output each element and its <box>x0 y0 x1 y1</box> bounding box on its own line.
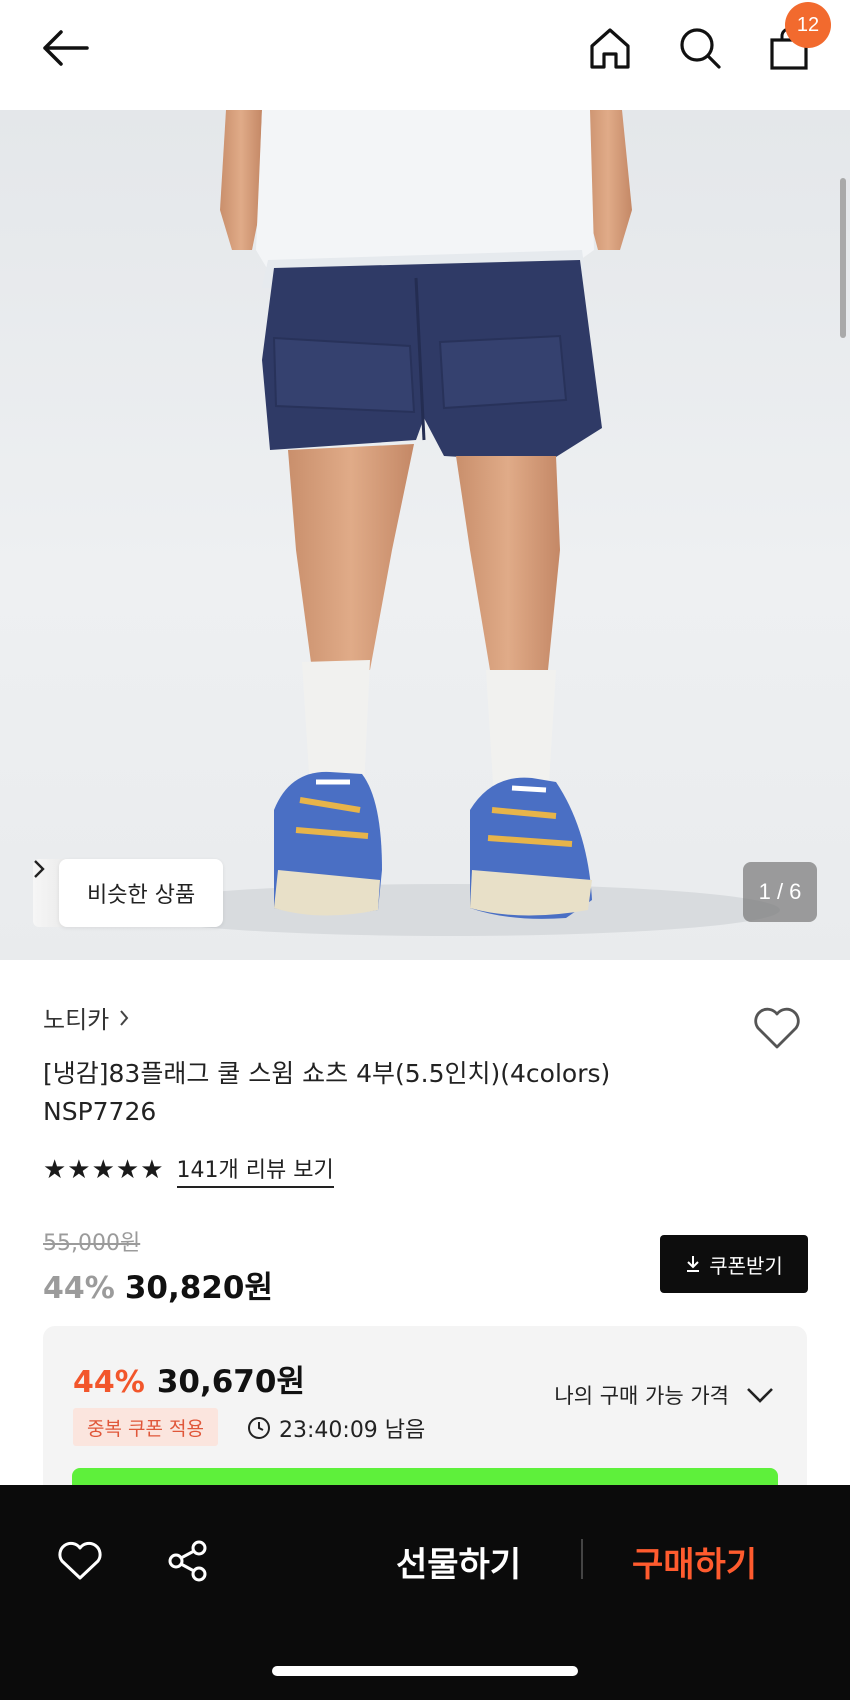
my-price-row: 44% 30,670원 <box>73 1356 305 1401</box>
my-price-toggle[interactable]: 나의 구매 가능 가격 <box>554 1380 775 1410</box>
heart-icon <box>754 1007 800 1049</box>
arrow-left-icon <box>43 30 89 66</box>
review-link[interactable]: 141개 리뷰 보기 <box>176 1152 334 1188</box>
button-divider <box>581 1539 583 1579</box>
countdown-timer: 23:40:09 남음 <box>247 1412 425 1444</box>
search-button[interactable] <box>674 22 726 74</box>
bottom-action-bar: 선물하기 구매하기 <box>0 1485 850 1700</box>
similar-products-label: 비슷한 상품 <box>87 883 196 908</box>
buy-button[interactable]: 구매하기 <box>632 1537 757 1586</box>
share-button[interactable] <box>162 1535 214 1587</box>
home-indicator <box>272 1666 578 1676</box>
coupon-button-label: 쿠폰받기 <box>709 1253 783 1278</box>
brand-name: 노티카 <box>43 1006 110 1034</box>
rating-row: ★★★★★ 141개 리뷰 보기 <box>43 1152 334 1188</box>
sale-price: 30,820원 <box>124 1270 273 1306</box>
cart-count-badge: 12 <box>785 2 831 48</box>
image-page-indicator: 1 / 6 <box>743 862 817 922</box>
similar-products-chip[interactable]: 비슷한 상품 <box>33 859 224 927</box>
similar-products-button[interactable]: 비슷한 상품 <box>34 859 224 927</box>
brand-link[interactable]: 노티카 <box>43 1000 813 1035</box>
product-image-carousel[interactable]: 비슷한 상품 1 / 6 <box>0 110 850 960</box>
product-title: [냉감]83플래그 쿨 스윔 쇼츠 4부(5.5인치)(4colors) NSP… <box>43 1055 763 1131</box>
product-title-line1: [냉감]83플래그 쿨 스윔 쇼츠 4부(5.5인치)(4colors) <box>43 1059 611 1088</box>
countdown-text: 23:40:09 남음 <box>279 1418 426 1443</box>
my-price: 30,670원 <box>156 1364 305 1400</box>
brand-row[interactable]: 노티카 <box>43 1000 813 1035</box>
chevron-right-icon <box>34 860 45 878</box>
back-button[interactable] <box>40 22 92 74</box>
top-nav-bar: 12 <box>0 0 850 110</box>
cart-button[interactable]: 12 <box>763 2 831 74</box>
product-code: NSP7726 <box>43 1097 157 1126</box>
coupon-download-button[interactable]: 쿠폰받기 <box>660 1235 808 1293</box>
wishlist-button[interactable] <box>752 1005 802 1053</box>
chevron-right-icon <box>120 1009 129 1026</box>
search-icon <box>680 28 721 69</box>
clock-icon <box>248 1417 270 1439</box>
discount-rate: 44% <box>43 1271 115 1306</box>
bottom-wishlist-button[interactable] <box>54 1535 106 1587</box>
share-icon <box>168 1540 207 1582</box>
sale-price-row: 44% 30,820원 <box>43 1262 273 1307</box>
home-icon <box>590 28 630 69</box>
scroll-indicator <box>840 178 846 338</box>
my-price-label: 나의 구매 가능 가격 <box>554 1384 729 1408</box>
star-rating: ★★★★★ <box>43 1155 165 1185</box>
chevron-down-icon <box>747 1388 773 1403</box>
heart-icon <box>58 1541 102 1580</box>
original-price: 55,000원 <box>43 1231 141 1256</box>
gift-button[interactable]: 선물하기 <box>396 1537 521 1586</box>
coupon-applied-badge: 중복 쿠폰 적용 <box>73 1408 218 1446</box>
home-button[interactable] <box>584 22 636 74</box>
my-discount-rate: 44% <box>73 1365 145 1400</box>
product-photo <box>120 110 780 936</box>
download-icon <box>687 1256 700 1272</box>
